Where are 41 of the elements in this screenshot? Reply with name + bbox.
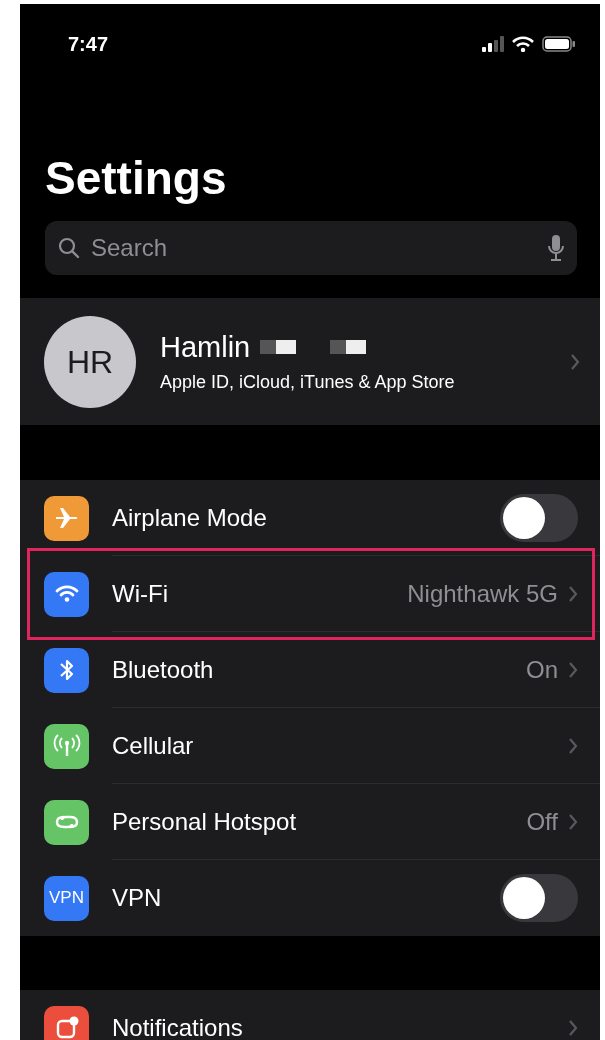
redaction-mark [330, 339, 367, 354]
wifi-icon [512, 36, 534, 52]
clock-time: 7:47 [68, 32, 109, 57]
settings-row[interactable]: Cellular [20, 708, 600, 784]
chevron-icon [568, 584, 578, 603]
microphone-icon [547, 234, 565, 262]
chevron-icon [568, 1019, 578, 1037]
page-title: Settings [45, 151, 228, 206]
user-name: Hamlin [160, 329, 251, 364]
toggle-switch[interactable] [500, 493, 578, 542]
chevron-icon [570, 352, 580, 371]
row-label: Bluetooth [112, 654, 215, 685]
settings-row[interactable]: Airplane Mode [20, 480, 600, 556]
toggle-switch[interactable] [500, 874, 578, 922]
row-value: Off [526, 806, 558, 837]
search-icon [57, 236, 81, 260]
row-label: VPN [112, 883, 163, 913]
row-value: Nighthawk 5G [407, 578, 558, 609]
chevron-icon [568, 812, 578, 831]
row-label: Personal Hotspot [112, 806, 298, 837]
redaction-mark [260, 339, 297, 354]
row-value: On [526, 654, 558, 685]
vpn-badge: VPN [44, 875, 89, 921]
avatar: HR [44, 315, 136, 408]
settings-row[interactable]: Bluetooth On [20, 632, 600, 708]
settings-row[interactable]: Wi-Fi Nighthawk 5G [20, 556, 600, 632]
signal-icon [482, 36, 504, 52]
settings-row[interactable]: Notifications [20, 990, 600, 1040]
row-label: Notifications [112, 1013, 244, 1040]
settings-row[interactable]: Personal Hotspot Off [20, 784, 600, 860]
account-subtitle: Apple ID, iCloud, iTunes & App Store [160, 370, 456, 394]
search-bar[interactable]: Search [45, 221, 577, 275]
chevron-icon [568, 660, 578, 679]
chevron-icon [568, 736, 578, 755]
settings-row[interactable]: VPN VPN [20, 860, 600, 936]
row-label: Cellular [112, 730, 195, 761]
profile-row[interactable]: HR Hamlin Apple ID, iCloud, iTunes & App Store [20, 298, 600, 425]
row-label: Airplane Mode [112, 502, 268, 533]
row-label: Wi-Fi [112, 578, 169, 609]
battery-icon [542, 36, 576, 52]
search-field[interactable]: Search [89, 229, 539, 267]
